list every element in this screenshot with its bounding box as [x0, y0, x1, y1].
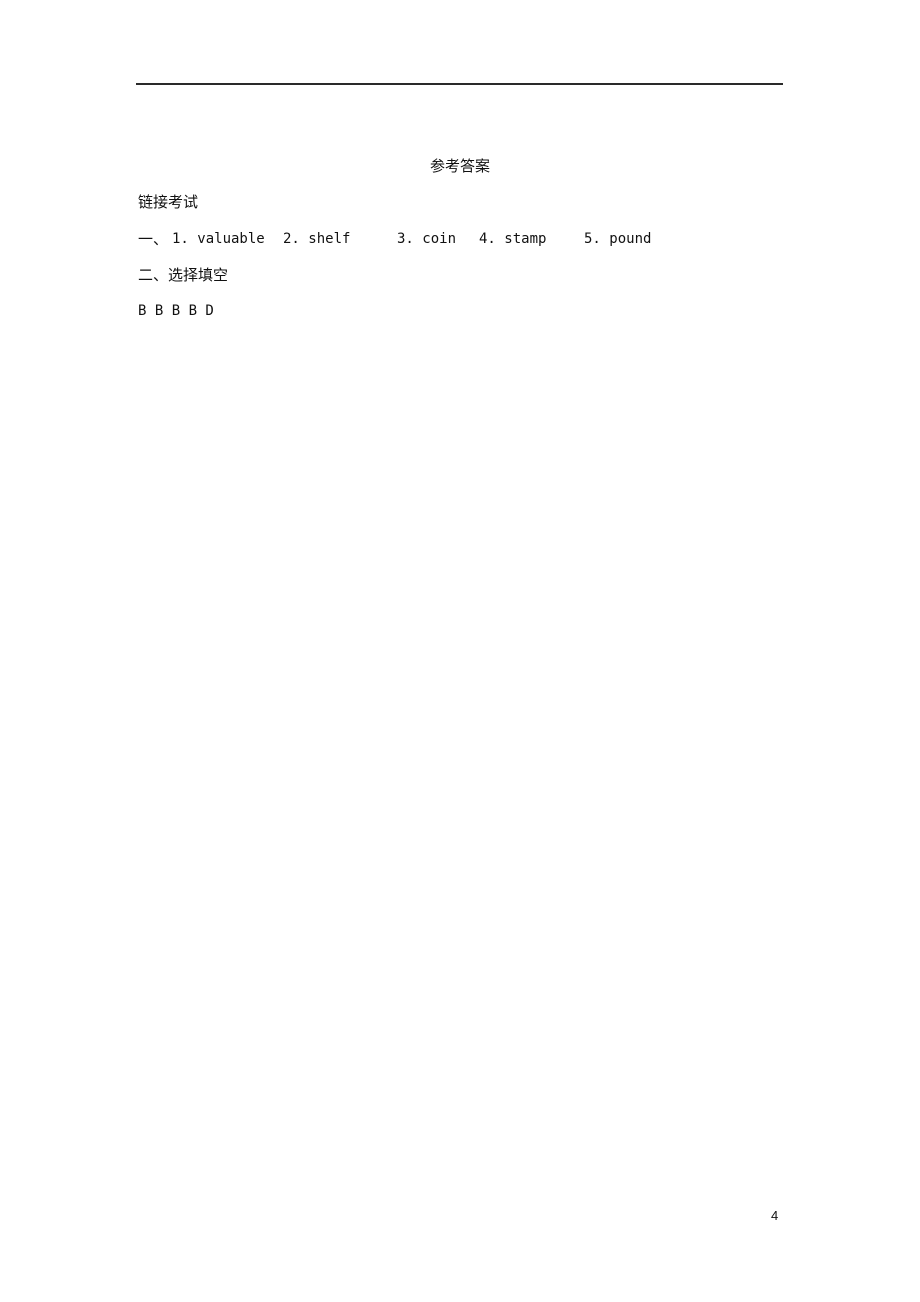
page-number: 4 [771, 1208, 779, 1223]
part1-answers-row: 一、 1. valuable 2. shelf 3. coin 4. stamp… [138, 229, 698, 249]
answer-item: 1. valuable [172, 231, 265, 247]
answer-item: 3. coin [397, 231, 457, 247]
part1-prefix: 一、 [138, 230, 169, 248]
answer-item: 2. shelf [283, 231, 351, 247]
answer-item: 5. pound [584, 231, 652, 247]
header-rule [136, 83, 783, 85]
page-title: 参考答案 [429, 157, 490, 175]
part2-answers: B B B B D [138, 303, 214, 319]
part2-heading: 二、选择填空 [138, 266, 229, 284]
answer-item: 4. stamp [479, 231, 547, 247]
section-heading: 链接考试 [138, 193, 199, 211]
